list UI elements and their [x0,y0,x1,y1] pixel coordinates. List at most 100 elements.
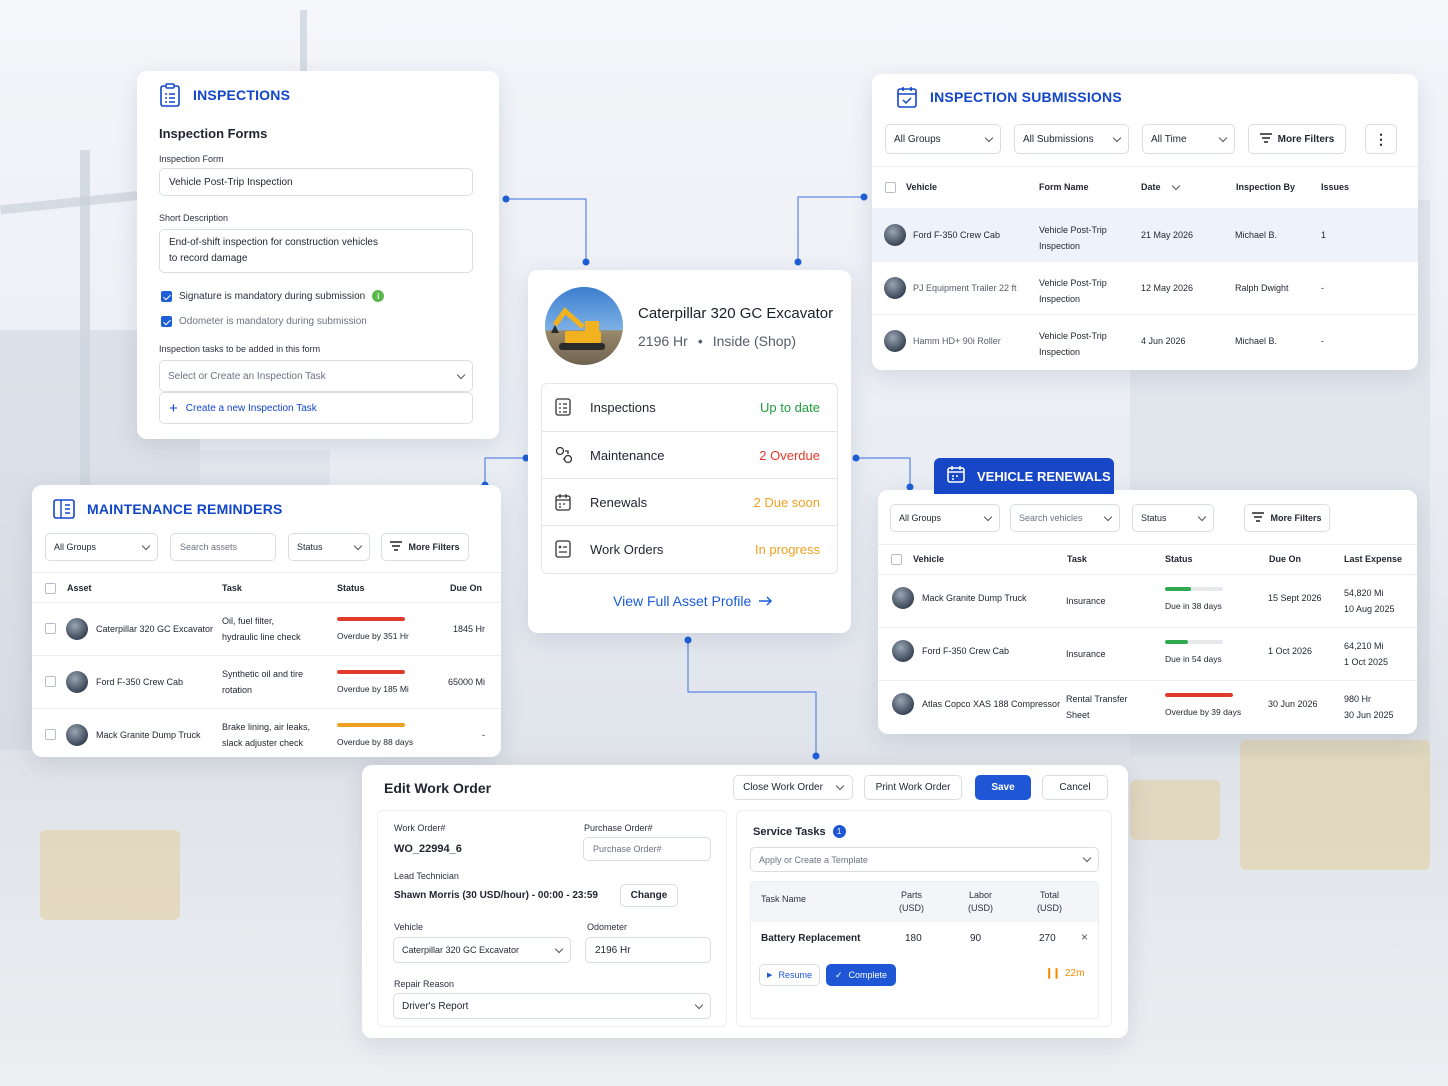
odometer-label: Odometer [587,922,628,932]
renewals-status-filter[interactable]: Status [1132,504,1214,532]
asset-status-item[interactable]: Inspections Up to date [542,384,837,431]
filter-label: All Time [1151,133,1187,145]
repair-reason-select[interactable]: Driver's Report [393,993,711,1019]
renewals-title: VEHICLE RENEWALS [977,468,1111,484]
view-asset-profile-link[interactable]: View Full Asset Profile [613,593,773,609]
row-checkbox[interactable] [45,676,56,687]
signature-checkbox[interactable] [161,290,172,302]
vehicle-select[interactable]: Caterpillar 320 GC Excavator [393,937,571,963]
task-description: Synthetic oil and tire rotation [222,666,303,698]
renewals-group-filter[interactable]: All Groups [890,504,1000,532]
form-name: Vehicle Post-Trip Inspection [1039,328,1107,360]
inspection-task-select[interactable]: Select or Create an Inspection Task [159,360,473,392]
last-expense-line: 1 Oct 2025 [1344,657,1389,667]
maintenance-more-filters-button[interactable]: More Filters [381,533,469,561]
cancel-button[interactable]: Cancel [1042,775,1108,800]
table-row[interactable]: Mack Granite Dump Truck Insurance Due in… [878,574,1417,627]
column-header: Task [1067,554,1087,564]
pause-icon[interactable]: ❙❙ [1045,968,1061,979]
inspection-form-value: Vehicle Post-Trip Inspection [169,176,293,188]
status-bar [1165,640,1223,644]
chevron-down-icon [1218,133,1228,142]
resume-label: Resume [778,970,812,980]
filter-label: All Groups [54,542,97,552]
create-inspection-task-button[interactable]: + Create a new Inspection Task [159,392,473,424]
status-bar-fill [337,723,405,727]
status-bar [337,723,405,727]
task-total-cost: 270 [1039,933,1056,944]
form-name: Vehicle Post-Trip Inspection [1039,222,1107,254]
column-header: Last Expense [1344,554,1403,564]
edit-work-order-card: Edit Work Order Close Work Order Print W… [362,765,1128,1038]
save-button[interactable]: Save [975,775,1031,800]
vehicle-renewals-card: All Groups Search vehicles Status More F… [878,490,1417,734]
more-options-button[interactable]: ⋮ [1365,124,1397,154]
select-all-checkbox[interactable] [885,182,896,193]
table-row[interactable]: PJ Equipment Trailer 22 ft Vehicle Post-… [872,261,1418,314]
short-description-input[interactable]: End-of-shift inspection for construction… [159,229,473,273]
status-bar [1165,587,1223,591]
status-bar [337,670,405,674]
select-all-checkbox[interactable] [45,583,56,594]
template-placeholder: Apply or Create a Template [759,854,868,865]
resume-button[interactable]: ▶ Resume [759,964,820,986]
sort-icon [1171,181,1180,190]
table-row[interactable]: Caterpillar 320 GC Excavator Oil, fuel f… [32,602,501,655]
last-expense-line: 64,210 Mi [1344,641,1384,651]
due-on: - [482,730,485,740]
asset-status-list: Inspections Up to date Maintenance 2 Ove… [541,383,838,574]
asset-location: Inside (Shop) [712,333,796,349]
odometer-checkbox[interactable] [161,316,172,327]
maintenance-group-filter[interactable]: All Groups [45,533,158,561]
purchase-order-input[interactable]: Purchase Order# [583,837,711,861]
table-row[interactable]: Hamm HD+ 90i Roller Vehicle Post-Trip Ins… [872,314,1418,367]
close-work-order-button[interactable]: Close Work Order [733,775,853,800]
vehicle-value: Caterpillar 320 GC Excavator [402,945,520,955]
remove-task-icon[interactable]: × [1081,930,1088,944]
template-select[interactable]: Apply or Create a Template [750,847,1099,872]
short-description-label: Short Description [159,213,229,223]
print-work-order-button[interactable]: Print Work Order [864,775,962,800]
complete-button[interactable]: ✓ Complete [826,964,896,986]
table-row[interactable]: Atlas Copco XAS 188 Compressor Rental Tr… [878,680,1417,733]
due-on: 1845 Hr [452,624,485,634]
task-description: Oil, fuel filter, hydraulic line check [222,613,301,645]
maintenance-search-input[interactable]: Search assets [170,533,276,561]
purchase-order-placeholder: Purchase Order# [593,844,662,854]
odometer-toggle[interactable]: Odometer is mandatory during submission [161,316,367,327]
renewals-search-input[interactable]: Search vehicles [1010,504,1120,532]
filter-label: Status [1141,513,1167,523]
work-orders-icon [555,540,571,563]
row-checkbox[interactable] [45,623,56,634]
calendar-check-icon [896,85,918,109]
date-sort-header[interactable]: Date [1141,181,1180,192]
asset-status-item[interactable]: Renewals 2 Due soon [542,478,837,525]
change-technician-button[interactable]: Change [620,884,678,907]
form-name-line: Vehicle Post-Trip [1039,331,1107,341]
table-row[interactable]: Ford F-350 Crew Cab Vehicle Post-Trip Ins… [872,208,1418,261]
vehicle-name: Atlas Copco XAS 188 Compressor [922,699,1061,709]
table-row[interactable]: Mack Granite Dump Truck Brake lining, ai… [32,708,501,761]
inspection-form-input[interactable]: Vehicle Post-Trip Inspection [159,168,473,196]
submissions-filter[interactable]: All Submissions [1014,124,1129,154]
table-row[interactable]: Ford F-350 Crew Cab Insurance Due in 54 … [878,627,1417,680]
groups-filter[interactable]: All Groups [885,124,1001,154]
asset-card: Caterpillar 320 GC Excavator 2196 Hr • I… [528,270,851,633]
maintenance-status-filter[interactable]: Status [288,533,370,561]
asset-status-value: In progress [754,542,820,557]
task-line: Oil, fuel filter, [222,616,275,626]
renewals-more-filters-button[interactable]: More Filters [1244,504,1330,532]
odometer-input[interactable]: 2196 Hr [585,937,711,963]
table-row[interactable]: Ford F-350 Crew Cab Synthetic oil and ti… [32,655,501,708]
signature-toggle[interactable]: Signature is mandatory during submission… [161,290,385,302]
asset-status-item[interactable]: Work Orders In progress [542,525,837,572]
vehicle-thumbnail [892,693,914,715]
row-checkbox[interactable] [45,729,56,740]
more-filters-button[interactable]: More Filters [1248,124,1346,154]
vehicle-name: PJ Equipment Trailer 22 ft [913,283,1017,293]
column-header: Asset [67,583,92,593]
select-all-checkbox[interactable] [891,554,902,565]
time-filter[interactable]: All Time [1142,124,1235,154]
asset-status-item[interactable]: Maintenance 2 Overdue [542,431,837,478]
renewal-task: Insurance [1066,646,1106,662]
